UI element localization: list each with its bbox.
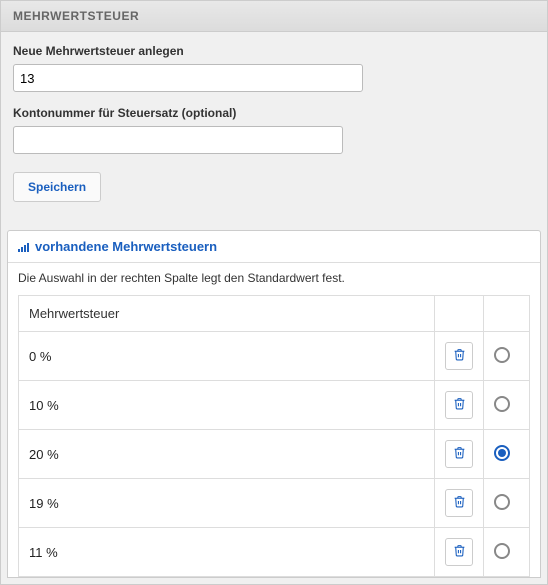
trash-icon: [453, 397, 466, 413]
new-vat-input[interactable]: [13, 64, 363, 92]
new-vat-label: Neue Mehrwertsteuer anlegen: [13, 44, 535, 58]
vat-label: 20 %: [19, 430, 435, 479]
existing-vat-desc: Die Auswahl in der rechten Spalte legt d…: [8, 263, 540, 295]
table-row: 11 %: [19, 528, 530, 577]
row-actions: [435, 381, 484, 430]
panel-title: MEHRWERTSTEUER: [1, 1, 547, 32]
row-select: [484, 430, 530, 479]
panel-body: Neue Mehrwertsteuer anlegen Kontonummer …: [1, 32, 547, 218]
row-actions: [435, 332, 484, 381]
default-radio[interactable]: [494, 396, 510, 412]
trash-icon: [453, 495, 466, 511]
delete-button[interactable]: [445, 342, 473, 370]
vat-label: 0 %: [19, 332, 435, 381]
save-button[interactable]: Speichern: [13, 172, 101, 202]
list-icon: [18, 242, 29, 252]
existing-vat-panel: vorhandene Mehrwertsteuern Die Auswahl i…: [7, 230, 541, 578]
trash-icon: [453, 348, 466, 364]
delete-button[interactable]: [445, 538, 473, 566]
trash-icon: [453, 446, 466, 462]
table-row: 0 %: [19, 332, 530, 381]
delete-button[interactable]: [445, 391, 473, 419]
col-header-vat: Mehrwertsteuer: [19, 296, 435, 332]
account-label: Kontonummer für Steuersatz (optional): [13, 106, 535, 120]
existing-vat-title: vorhandene Mehrwertsteuern: [35, 239, 217, 254]
row-select: [484, 332, 530, 381]
existing-vat-header: vorhandene Mehrwertsteuern: [8, 231, 540, 263]
default-radio[interactable]: [494, 347, 510, 363]
row-select: [484, 479, 530, 528]
table-row: 20 %: [19, 430, 530, 479]
table-row: 19 %: [19, 479, 530, 528]
row-select: [484, 381, 530, 430]
vat-label: 11 %: [19, 528, 435, 577]
trash-icon: [453, 544, 466, 560]
vat-panel: MEHRWERTSTEUER Neue Mehrwertsteuer anleg…: [0, 0, 548, 585]
delete-button[interactable]: [445, 489, 473, 517]
vat-table: Mehrwertsteuer 0 %10 %20 %19 %11 %: [18, 295, 530, 577]
vat-label: 10 %: [19, 381, 435, 430]
default-radio[interactable]: [494, 543, 510, 559]
col-header-actions: [435, 296, 484, 332]
default-radio[interactable]: [494, 445, 510, 461]
account-input[interactable]: [13, 126, 343, 154]
row-actions: [435, 430, 484, 479]
row-select: [484, 528, 530, 577]
row-actions: [435, 528, 484, 577]
table-row: 10 %: [19, 381, 530, 430]
default-radio[interactable]: [494, 494, 510, 510]
col-header-select: [484, 296, 530, 332]
delete-button[interactable]: [445, 440, 473, 468]
row-actions: [435, 479, 484, 528]
vat-label: 19 %: [19, 479, 435, 528]
